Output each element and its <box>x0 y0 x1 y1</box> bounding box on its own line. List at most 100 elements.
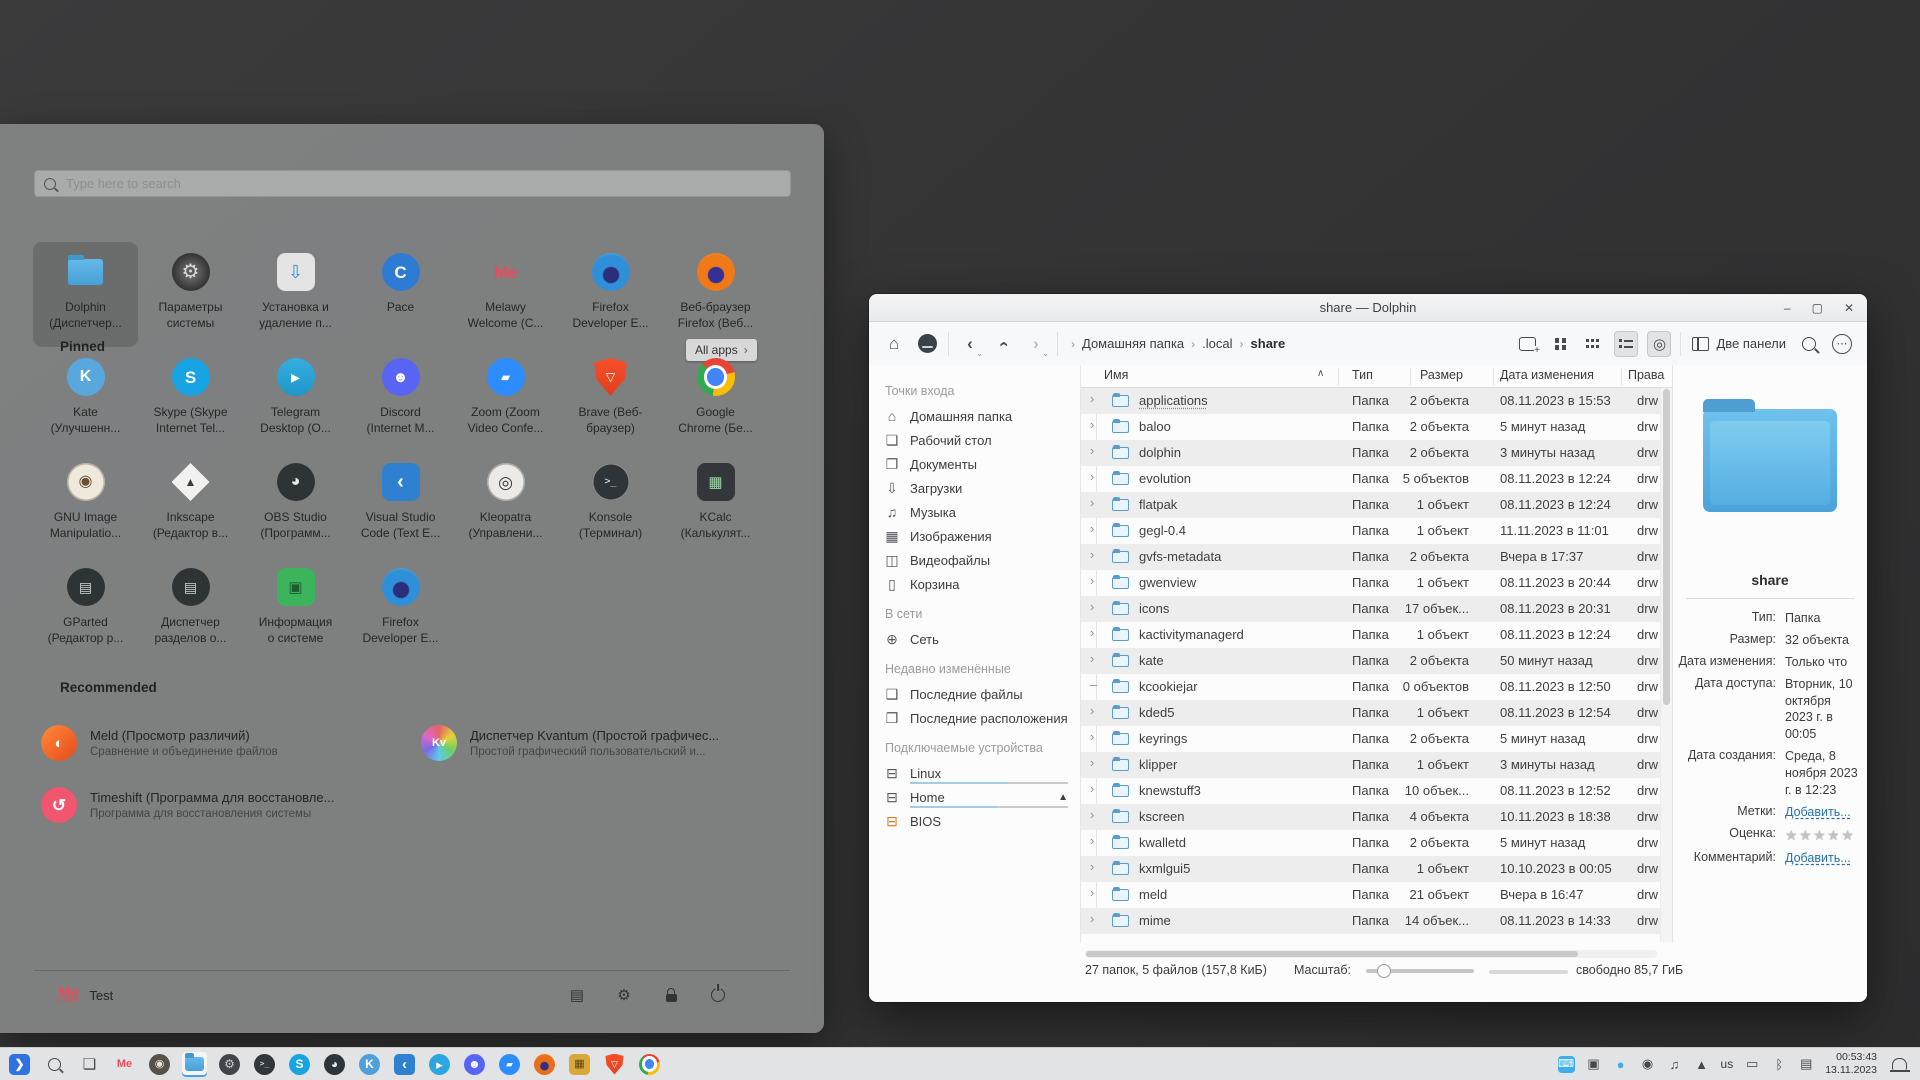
table-row[interactable]: ›applicationsПапка2 объекта08.11.2023 в … <box>1081 388 1660 414</box>
pinned-app-kate[interactable]: KKate (Улучшенн... <box>33 347 138 452</box>
expander-icon[interactable]: › <box>1090 833 1094 848</box>
taskbar-app-launcher[interactable]: ❯ <box>7 1052 32 1077</box>
tray-volume-icon[interactable]: ♫ <box>1667 1055 1683 1073</box>
taskbar-app-melawy-welcome[interactable]: Me <box>112 1052 137 1077</box>
file-name[interactable]: mime <box>1139 913 1171 928</box>
pinned-app-kcalc[interactable]: ▦KCalc (Калькулят... <box>663 452 768 557</box>
add-link[interactable]: Добавить... <box>1785 804 1851 821</box>
maximize-button[interactable]: ▢ <box>1812 302 1823 314</box>
taskbar-app-kcalc[interactable]: ▦ <box>567 1052 592 1077</box>
sidebar-item-home[interactable]: ⌂Домашняя папка <box>883 404 1074 428</box>
file-name[interactable]: baloo <box>1139 419 1171 434</box>
scrollbar-thumb[interactable] <box>1086 951 1578 957</box>
breadcrumb-segment[interactable]: share <box>1251 336 1286 351</box>
tray-screenshot-icon[interactable]: ▣ <box>1586 1055 1602 1073</box>
file-name[interactable]: klipper <box>1139 757 1177 772</box>
compact-view-icon[interactable] <box>1581 331 1605 357</box>
sidebar-item-desktop[interactable]: ❏Рабочий стол <box>883 428 1074 452</box>
sidebar-item-downloads[interactable]: ⇩Загрузки <box>883 476 1074 500</box>
table-row[interactable]: ›knewstuff3Папка10 объек...08.11.2023 в … <box>1081 778 1660 804</box>
lock-icon[interactable] <box>661 985 681 1005</box>
home-icon[interactable]: ⌂ <box>882 331 906 357</box>
sidebar-item-hard-drive[interactable]: ⊟Home▲ <box>883 785 1074 809</box>
horizontal-scrollbar[interactable] <box>1085 950 1657 958</box>
notifications-bell-icon[interactable] <box>1892 1058 1907 1070</box>
taskbar-app-kate[interactable]: K <box>357 1052 382 1077</box>
table-row[interactable]: ›kscreenПапка4 объекта10.11.2023 в 18:38… <box>1081 804 1660 830</box>
file-name[interactable]: knewstuff3 <box>1139 783 1201 798</box>
table-row[interactable]: ›klipperПапка1 объект3 минуты назадdrw <box>1081 752 1660 778</box>
back-button[interactable]: ‹⌄ <box>958 331 982 357</box>
taskbar-app-skype[interactable]: S <box>287 1052 312 1077</box>
tray-location-icon[interactable]: ◉ <box>1640 1055 1656 1073</box>
sidebar-item-hard-drive-bios[interactable]: ⊟BIOS <box>883 809 1074 833</box>
table-row[interactable]: ›kwalletdПапка2 объекта5 минут назадdrw <box>1081 830 1660 856</box>
file-name[interactable]: kxmlgui5 <box>1139 861 1190 876</box>
expander-icon[interactable]: › <box>1090 599 1094 614</box>
recommended-item-timeshift[interactable]: ↺Timeshift (Программа для восстановле...… <box>33 774 403 836</box>
split-view-button[interactable]: Две панели <box>1690 336 1788 351</box>
table-row[interactable]: ›kded5Папка1 объект08.11.2023 в 12:54drw <box>1081 700 1660 726</box>
preview-toggle-icon[interactable]: ◎ <box>1647 331 1671 357</box>
taskbar-app-discord[interactable]: ☻ <box>462 1052 487 1077</box>
pinned-app-firefox-developer[interactable]: Firefox Developer E... <box>558 242 663 347</box>
pinned-app-system-settings[interactable]: ⚙Параметры системы <box>138 242 243 347</box>
pinned-app-pace[interactable]: CPace <box>348 242 453 347</box>
recommended-item-kvantum[interactable]: KvДиспетчер Kvantum (Простой графичес...… <box>413 712 783 774</box>
table-row[interactable]: ›flatpakПапка1 объект08.11.2023 в 12:24d… <box>1081 492 1660 518</box>
power-icon[interactable] <box>708 985 728 1005</box>
expander-icon[interactable]: › <box>1090 547 1094 562</box>
tray-clipboard-icon[interactable]: ▤ <box>1798 1055 1814 1073</box>
table-row[interactable]: ›kxmlgui5Папка1 объект10.10.2023 в 00:05… <box>1081 856 1660 882</box>
pinned-app-obs-studio[interactable]: ◕OBS Studio (Программ... <box>243 452 348 557</box>
pinned-app-skype[interactable]: SSkype (Skype Internet Tel... <box>138 347 243 452</box>
files-session-icon[interactable]: ▤ <box>567 985 587 1005</box>
expander-icon[interactable]: › <box>1090 729 1094 744</box>
close-button[interactable]: ✕ <box>1844 302 1854 314</box>
pinned-app-zoom[interactable]: ▰Zoom (Zoom Video Confe... <box>453 347 558 452</box>
expander-icon[interactable]: › <box>1090 911 1094 926</box>
pinned-app-chrome[interactable]: Google Chrome (Бе... <box>663 347 768 452</box>
sidebar-item-trash[interactable]: ▯Корзина <box>883 572 1074 596</box>
sidebar-item-recent-locations[interactable]: ❒Последние расположения <box>883 706 1074 730</box>
recommended-item-meld[interactable]: ◐Meld (Просмотр различий)Сравнение и объ… <box>33 712 403 774</box>
icons-view-icon[interactable] <box>1548 331 1572 357</box>
file-name[interactable]: flatpak <box>1139 497 1177 512</box>
table-row[interactable]: ›evolutionПапка5 объектов08.11.2023 в 12… <box>1081 466 1660 492</box>
taskbar-app-gimp[interactable]: ◉ <box>147 1052 172 1077</box>
pinned-app-firefox-developer[interactable]: Firefox Developer E... <box>348 557 453 662</box>
sidebar-item-images[interactable]: ▦Изображения <box>883 524 1074 548</box>
search-input[interactable] <box>64 175 781 192</box>
file-name[interactable]: kactivitymanagerd <box>1139 627 1244 642</box>
pinned-app-melawy-welcome[interactable]: MeMelawy Welcome (C... <box>453 242 558 347</box>
pinned-app-konsole[interactable]: >_Konsole (Терминал) <box>558 452 663 557</box>
pinned-app-partition-manager[interactable]: ▤Диспетчер разделов о... <box>138 557 243 662</box>
column-header-perm[interactable]: Права <box>1628 368 1664 382</box>
taskbar-app-search[interactable] <box>42 1052 67 1077</box>
forward-button[interactable]: ›⌄ <box>1024 331 1048 357</box>
sidebar-item-music[interactable]: ♫Музыка <box>883 500 1074 524</box>
pinned-app-vscode[interactable]: ‹Visual Studio Code (Text E... <box>348 452 453 557</box>
scrollbar-thumb[interactable] <box>1663 389 1670 705</box>
expander-icon[interactable]: › <box>1090 625 1094 640</box>
taskbar-app-konsole[interactable]: >_ <box>252 1052 277 1077</box>
expander-icon[interactable]: › <box>1090 781 1094 796</box>
expander-icon[interactable]: › <box>1090 703 1094 718</box>
file-name[interactable]: kded5 <box>1139 705 1174 720</box>
table-row[interactable]: ›gvfs-metadataПапка2 объектаВчера в 17:3… <box>1081 544 1660 570</box>
column-header-date[interactable]: Дата изменения <box>1500 368 1594 382</box>
slider-handle[interactable] <box>1377 964 1391 978</box>
pinned-app-inkscape[interactable]: ▲Inkscape (Редактор в... <box>138 452 243 557</box>
table-row[interactable]: ›gwenviewПапка1 объект08.11.2023 в 20:44… <box>1081 570 1660 596</box>
tray-tablet-icon[interactable]: ▭ <box>1744 1055 1760 1073</box>
expander-icon[interactable]: › <box>1090 651 1094 666</box>
minimize-button[interactable]: – <box>1784 302 1791 314</box>
file-name[interactable]: meld <box>1139 887 1167 902</box>
details-view-icon[interactable] <box>1614 331 1638 357</box>
file-name[interactable]: evolution <box>1139 471 1191 486</box>
tray-bluetooth-icon[interactable]: ᛒ <box>1771 1055 1787 1073</box>
titlebar[interactable]: share — Dolphin – ▢ ✕ <box>869 294 1867 322</box>
tray-eject-usb-icon[interactable]: ▲ <box>1694 1055 1710 1073</box>
pinned-app-firefox[interactable]: Веб-браузер Firefox (Веб... <box>663 242 768 347</box>
taskbar-app-chrome[interactable] <box>637 1052 662 1077</box>
